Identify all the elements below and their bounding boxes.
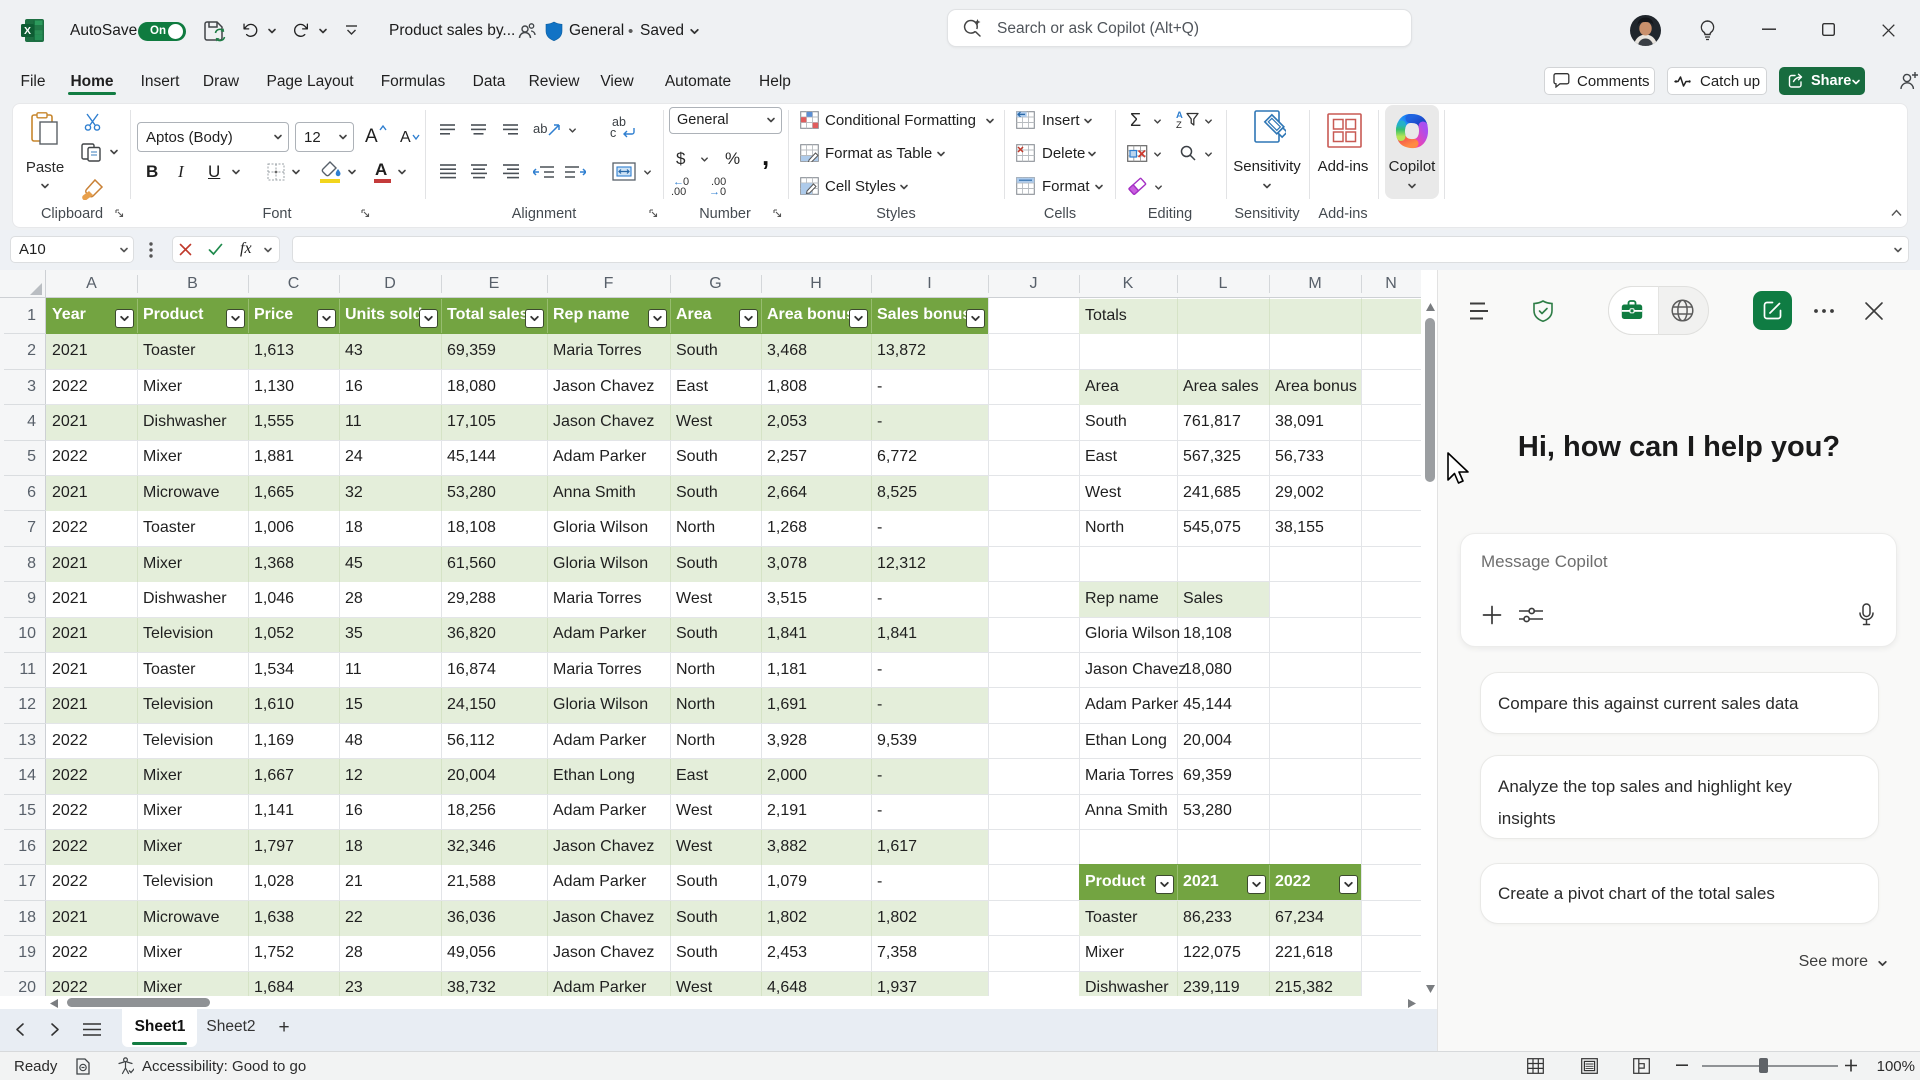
svg-text:X: X <box>24 25 31 37</box>
svg-text:Z: Z <box>1176 120 1182 129</box>
